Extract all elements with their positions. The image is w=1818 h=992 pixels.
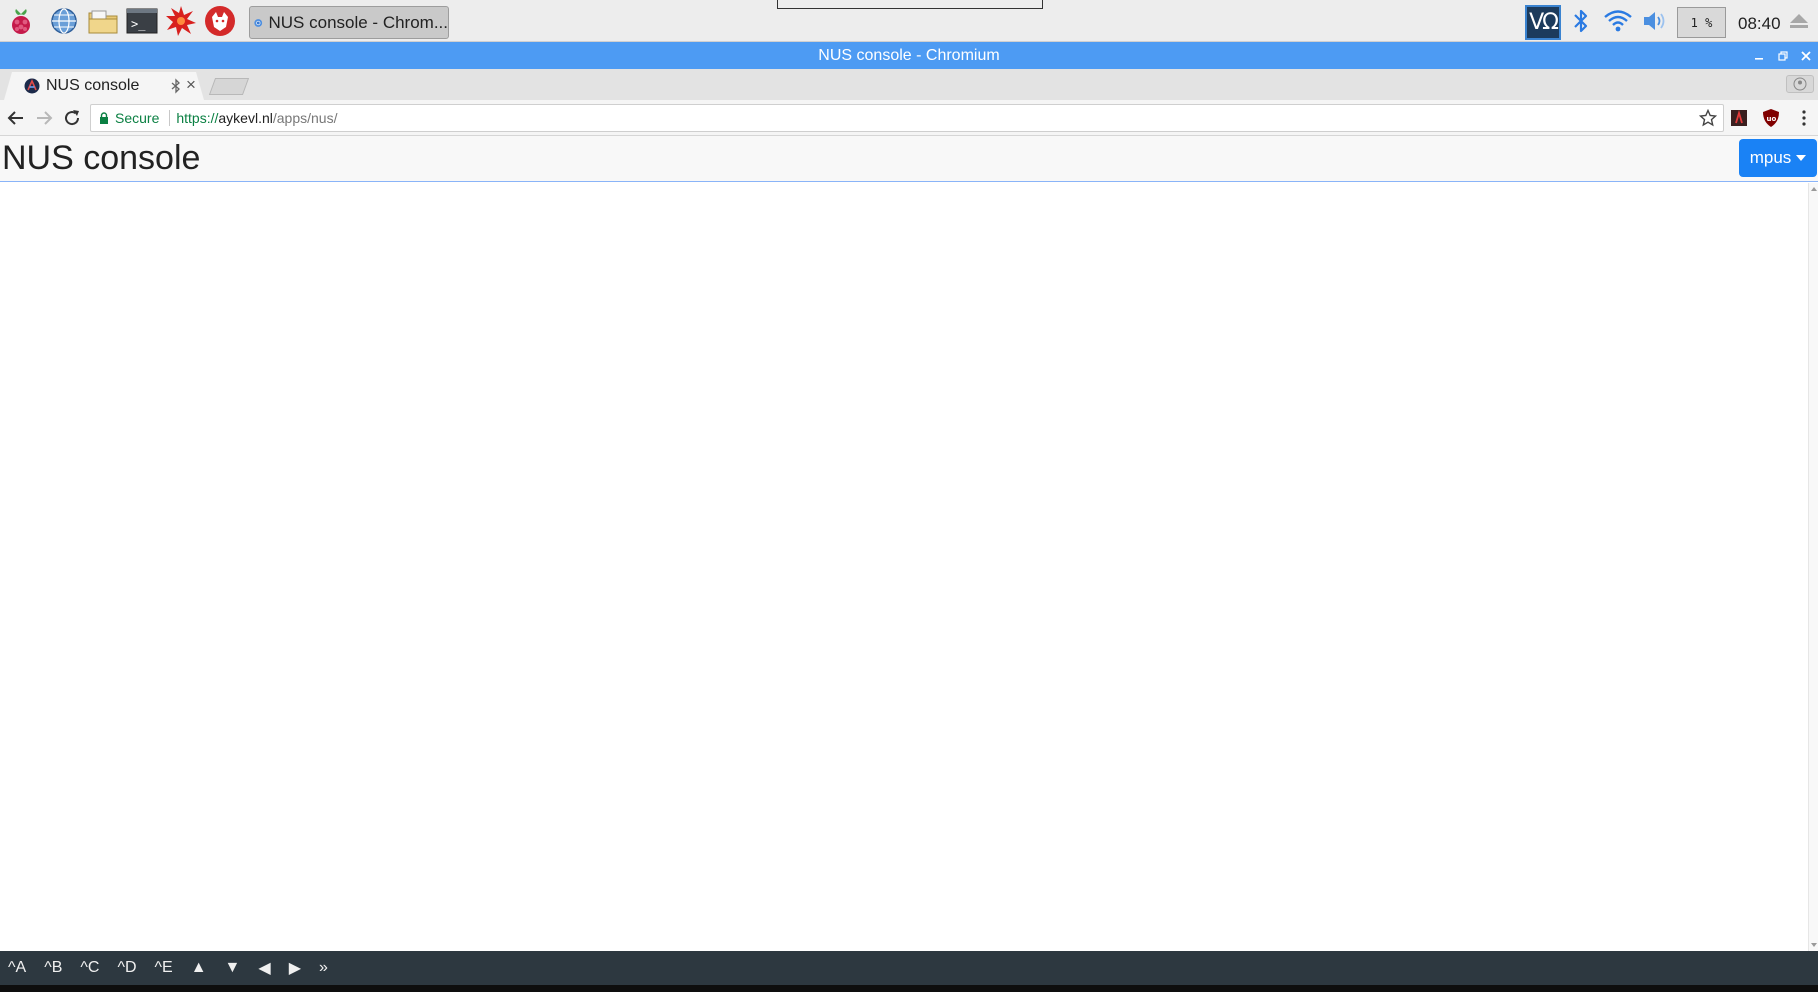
key-left[interactable]: ◀	[258, 958, 270, 978]
mathematica-icon[interactable]	[165, 5, 197, 37]
forward-button[interactable]	[32, 106, 56, 130]
key-more[interactable]: »	[319, 959, 328, 977]
task-button-label: NUS console - Chrom...	[268, 12, 449, 32]
profile-button[interactable]	[1786, 75, 1814, 93]
new-tab-button[interactable]	[208, 78, 250, 95]
chromium-icon	[254, 18, 263, 27]
key-down[interactable]: ▼	[225, 959, 241, 977]
tab-strip: NUS console ×	[0, 69, 1818, 100]
key-ctrl-e[interactable]: ^E	[155, 959, 173, 977]
secure-label: Secure	[115, 110, 160, 126]
back-arrow-icon	[7, 111, 23, 125]
lock-icon	[100, 112, 108, 124]
device-dropdown-button[interactable]: mpus	[1739, 139, 1817, 177]
panel-indicator	[777, 0, 1043, 9]
minimize-icon	[1755, 57, 1763, 60]
bookmark-star-icon[interactable]	[1698, 108, 1718, 130]
address-bar[interactable]: Secure https://aykevl.nl/apps/nus/	[90, 104, 1724, 132]
key-ctrl-d[interactable]: ^D	[117, 959, 136, 977]
favicon-icon	[24, 78, 40, 94]
cpu-usage-monitor[interactable]: 1 %	[1677, 7, 1726, 38]
page-header: NUS console mpus	[0, 136, 1818, 182]
wolfram-icon[interactable]	[204, 5, 236, 37]
url-scheme: https://	[176, 110, 219, 126]
eject-icon[interactable]	[1789, 12, 1809, 35]
file-manager-icon[interactable]	[87, 5, 119, 37]
volume-icon[interactable]	[1639, 5, 1671, 37]
raspberry-menu-icon[interactable]	[5, 5, 37, 37]
forward-arrow-icon	[37, 111, 53, 125]
web-browser-icon[interactable]	[48, 5, 80, 37]
vnc-label: VΩ	[1529, 10, 1559, 35]
vnc-server-icon[interactable]: VΩ	[1525, 5, 1561, 40]
restore-button[interactable]	[1772, 42, 1794, 69]
menu-kebab-icon[interactable]	[1794, 108, 1814, 128]
tab-nus-console[interactable]: NUS console ×	[4, 72, 204, 100]
omnibox-separator	[169, 110, 171, 126]
svg-text:>_: >_	[131, 17, 146, 31]
caret-down-icon	[1796, 155, 1807, 161]
url-host: aykevl.nl	[218, 110, 273, 126]
scroll-down-arrow-icon[interactable]	[1811, 943, 1817, 947]
key-ctrl-a[interactable]: ^A	[8, 959, 26, 977]
console-output[interactable]	[0, 183, 1808, 951]
device-dropdown-label: mpus	[1749, 148, 1792, 167]
bluetooth-icon[interactable]	[1565, 5, 1597, 37]
close-window-button[interactable]	[1795, 42, 1817, 69]
taskbar: >_ NUS console - Chrom... VΩ 1 % 08:40	[0, 0, 1818, 42]
reload-icon	[65, 110, 80, 126]
url-path: /apps/nus/	[272, 110, 338, 126]
window-title: NUS console - Chromium	[818, 47, 1000, 64]
close-icon	[1801, 50, 1811, 61]
tab-close-button[interactable]: ×	[186, 75, 196, 95]
ublock-origin-icon[interactable]: uo	[1761, 108, 1781, 128]
reload-button[interactable]	[60, 106, 84, 130]
tab-label: NUS console	[46, 77, 140, 94]
key-ctrl-c[interactable]: ^C	[80, 959, 99, 977]
window-titlebar[interactable]: NUS console - Chromium	[0, 42, 1818, 69]
key-right[interactable]: ▶	[289, 958, 301, 978]
svg-text:uo: uo	[1767, 115, 1777, 123]
extension-icon[interactable]	[1729, 108, 1749, 128]
back-button[interactable]	[4, 106, 28, 130]
clock[interactable]: 08:40	[1738, 0, 1781, 42]
minimize-button[interactable]	[1748, 42, 1770, 69]
terminal-icon[interactable]: >_	[126, 5, 158, 37]
cpu-usage-value: 1 %	[1690, 15, 1713, 30]
page-title: NUS console	[2, 139, 201, 177]
key-up[interactable]: ▲	[191, 959, 207, 977]
control-key-bar: ^A ^B ^C ^D ^E ▲ ▼ ◀ ▶ »	[0, 951, 1818, 985]
key-ctrl-b[interactable]: ^B	[44, 959, 62, 977]
chromium-task-button[interactable]: NUS console - Chrom...	[249, 6, 449, 39]
scroll-up-arrow-icon[interactable]	[1811, 187, 1817, 191]
bottom-strip	[0, 985, 1818, 992]
wifi-icon[interactable]	[1602, 5, 1634, 37]
console-scrollbar[interactable]	[1808, 183, 1818, 951]
user-icon	[1793, 77, 1807, 91]
browser-toolbar: Secure https://aykevl.nl/apps/nus/ uo	[0, 100, 1818, 136]
restore-icon	[1778, 50, 1788, 61]
bluetooth-connected-icon	[171, 78, 180, 94]
